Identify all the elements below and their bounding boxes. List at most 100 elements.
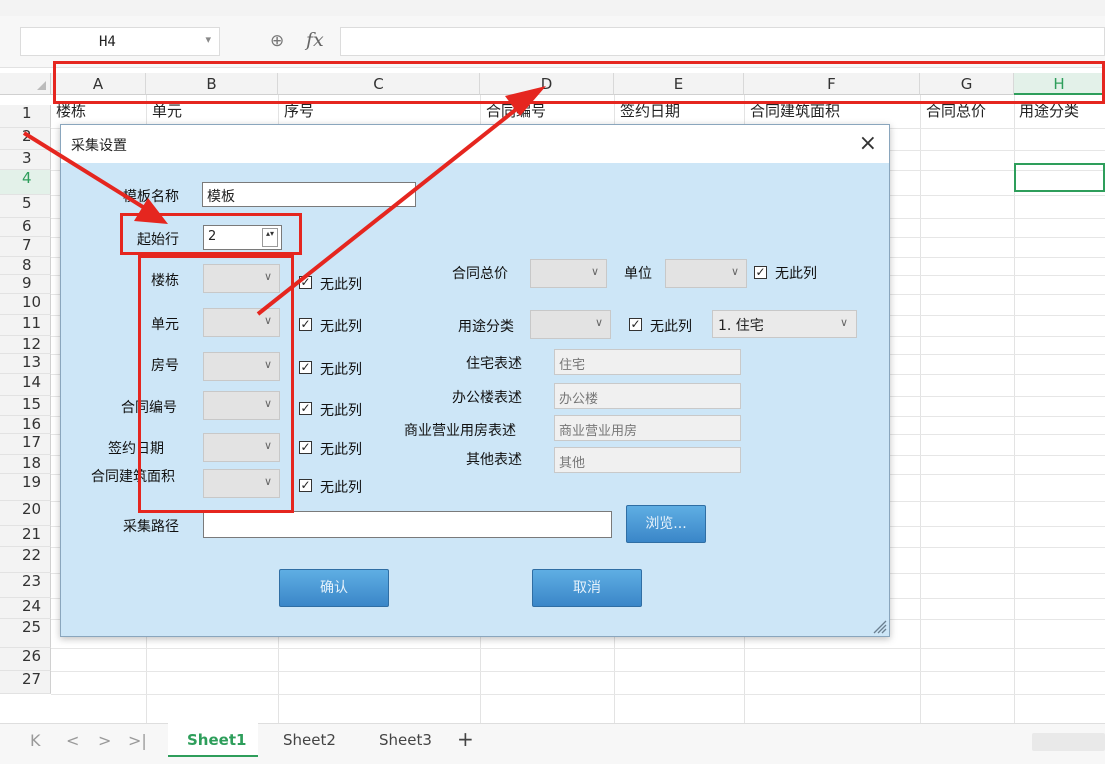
row-header-16[interactable]: 16 (0, 416, 51, 434)
row-header-24[interactable]: 24 (0, 598, 51, 619)
row-header-9[interactable]: 9 (0, 275, 51, 294)
row-header-1[interactable]: 1 (0, 105, 51, 128)
row-divider (51, 694, 1105, 695)
total-price-column-select[interactable]: ∨ (530, 259, 607, 288)
row-header-25[interactable]: 25 (0, 619, 51, 648)
total-price-label: 合同总价 (452, 266, 508, 282)
row-header-14[interactable]: 14 (0, 374, 51, 396)
usage-default-select[interactable]: 1. 住宅 ∨ (712, 310, 857, 338)
zoom-icon[interactable]: ⊕ (270, 31, 284, 51)
area-no-column-checkbox[interactable]: ✓ (299, 479, 312, 492)
row-header-7[interactable]: 7 (0, 237, 51, 257)
price-unit-select[interactable]: ∨ (665, 259, 747, 288)
usage-no-column-checkbox[interactable]: ✓ (629, 318, 642, 331)
row-header-3[interactable]: 3 (0, 150, 51, 170)
desc-label-commercial: 商业营业用房表述 (404, 423, 516, 439)
room-no-column-checkbox[interactable]: ✓ (299, 361, 312, 374)
no-column-label: 无此列 (320, 403, 362, 419)
column-divider (920, 95, 921, 723)
no-column-label: 无此列 (650, 319, 692, 335)
no-column-label: 无此列 (320, 319, 362, 335)
chevron-down-icon[interactable]: ▾ (205, 33, 211, 46)
collect-path-input[interactable] (203, 511, 612, 538)
horizontal-scrollbar[interactable] (1032, 733, 1105, 751)
desc-label-office: 办公楼表述 (452, 390, 522, 406)
row-header-26[interactable]: 26 (0, 648, 51, 671)
row-header-11[interactable]: 11 (0, 315, 51, 336)
no-column-label: 无此列 (775, 266, 817, 282)
desc-label-residential: 住宅表述 (466, 356, 522, 372)
collect-path-label: 采集路径 (123, 519, 179, 535)
close-icon[interactable]: × (859, 131, 877, 156)
row-header-27[interactable]: 27 (0, 671, 51, 694)
chevron-down-icon: ∨ (594, 316, 603, 329)
name-box[interactable]: H4 ▾ (20, 27, 220, 56)
unit-no-column-checkbox[interactable]: ✓ (299, 318, 312, 331)
desc-input-other[interactable]: 其他 (554, 447, 741, 473)
resize-grip-icon[interactable] (871, 618, 887, 634)
desc-input-residential[interactable]: 住宅 (554, 349, 741, 375)
annotation-box-column-headers (53, 61, 1105, 104)
template-name-label: 模板名称 (123, 189, 179, 205)
row-header-18[interactable]: 18 (0, 455, 51, 474)
row-header-17[interactable]: 17 (0, 434, 51, 455)
row-header-5[interactable]: 5 (0, 195, 51, 218)
row-header-23[interactable]: 23 (0, 573, 51, 598)
annotation-box-start-row (120, 213, 302, 255)
dialog-titlebar: 采集设置 × (61, 125, 889, 163)
usage-label: 用途分类 (458, 319, 514, 335)
row-header-6[interactable]: 6 (0, 218, 51, 237)
chevron-down-icon: ∨ (590, 265, 599, 278)
building-no-column-checkbox[interactable]: ✓ (299, 276, 312, 289)
no-column-label: 无此列 (320, 442, 362, 458)
chevron-down-icon: ∨ (730, 265, 739, 278)
tab-sheet2[interactable]: Sheet2 (283, 731, 336, 749)
usage-column-select[interactable]: ∨ (530, 310, 611, 339)
desc-input-office[interactable]: 办公楼 (554, 383, 741, 409)
template-name-input[interactable]: 模板 (202, 182, 416, 207)
contract-no-no-column-checkbox[interactable]: ✓ (299, 402, 312, 415)
first-sheet-icon[interactable]: K (30, 731, 41, 750)
cell-reference: H4 (99, 34, 116, 50)
tab-sheet1[interactable]: Sheet1 (187, 731, 246, 749)
window-top-strip (0, 0, 1105, 16)
total-price-no-column-checkbox[interactable]: ✓ (754, 266, 767, 279)
function-icon[interactable]: fx (306, 29, 324, 51)
row-header-21[interactable]: 21 (0, 526, 51, 547)
no-column-label: 无此列 (320, 480, 362, 496)
unit-label: 单位 (624, 266, 652, 282)
sheet-tab-bar (0, 723, 1105, 764)
row-divider (51, 648, 1105, 649)
row-header-2[interactable]: 2 (0, 128, 51, 150)
row-header-12[interactable]: 12 (0, 336, 51, 354)
ok-button[interactable]: 确认 (279, 569, 389, 607)
chevron-down-icon: ∨ (839, 316, 848, 329)
annotation-box-field-selects (138, 255, 294, 513)
select-all-corner[interactable] (0, 73, 51, 95)
selected-cell-h4[interactable] (1014, 163, 1105, 192)
usage-default-value: 1. 住宅 (718, 318, 764, 334)
no-column-label: 无此列 (320, 277, 362, 293)
row-header-13[interactable]: 13 (0, 354, 51, 374)
formula-input[interactable] (340, 27, 1105, 56)
row-header-22[interactable]: 22 (0, 547, 51, 573)
cancel-button[interactable]: 取消 (532, 569, 642, 607)
no-column-label: 无此列 (320, 362, 362, 378)
last-sheet-icon[interactable]: >| (128, 731, 147, 750)
sign-date-no-column-checkbox[interactable]: ✓ (299, 441, 312, 454)
tab-sheet3[interactable]: Sheet3 (379, 731, 432, 749)
row-header-20[interactable]: 20 (0, 501, 51, 526)
add-sheet-icon[interactable]: + (457, 727, 474, 751)
desc-input-commercial[interactable]: 商业营业用房 (554, 415, 741, 441)
dialog-title: 采集设置 (71, 138, 127, 154)
row-header-8[interactable]: 8 (0, 257, 51, 275)
row-header-15[interactable]: 15 (0, 396, 51, 416)
prev-sheet-icon[interactable]: < (66, 731, 79, 750)
browse-button[interactable]: 浏览... (626, 505, 706, 543)
next-sheet-icon[interactable]: > (98, 731, 111, 750)
row-header-19[interactable]: 19 (0, 474, 51, 501)
desc-label-other: 其他表述 (466, 452, 522, 468)
row-header-4[interactable]: 4 (0, 170, 51, 195)
row-divider (51, 671, 1105, 672)
row-header-10[interactable]: 10 (0, 294, 51, 315)
